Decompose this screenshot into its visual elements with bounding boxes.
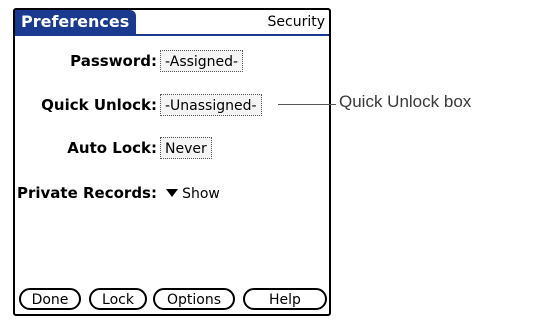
private-records-label: Private Records: xyxy=(17,184,157,202)
title-bar: Preferences Security xyxy=(15,10,329,36)
app-title[interactable]: Preferences xyxy=(15,10,137,34)
quick-unlock-row: Quick Unlock: xyxy=(15,93,157,117)
help-button[interactable]: Help xyxy=(243,288,327,310)
private-records-row: Private Records: Show xyxy=(17,181,317,205)
palm-screen: Preferences Security Password: -Assigned… xyxy=(13,8,331,316)
callout-label: Quick Unlock box xyxy=(339,92,472,111)
dropdown-triangle-icon xyxy=(166,188,179,197)
auto-lock-row: Auto Lock: xyxy=(15,136,157,160)
done-button[interactable]: Done xyxy=(19,288,81,310)
auto-lock-field[interactable]: Never xyxy=(160,137,212,159)
lock-button[interactable]: Lock xyxy=(89,288,147,310)
quick-unlock-field[interactable]: -Unassigned- xyxy=(160,94,262,116)
private-records-picker[interactable]: Show xyxy=(166,186,220,202)
quick-unlock-label: Quick Unlock: xyxy=(41,96,157,114)
options-button[interactable]: Options xyxy=(153,288,235,310)
password-row: Password: xyxy=(15,49,157,73)
password-field[interactable]: -Assigned- xyxy=(160,50,244,72)
auto-lock-label: Auto Lock: xyxy=(67,139,157,157)
password-label: Password: xyxy=(70,52,157,70)
category-label[interactable]: Security xyxy=(268,10,326,34)
callout-line xyxy=(278,104,336,105)
private-records-value: Show xyxy=(182,186,220,202)
